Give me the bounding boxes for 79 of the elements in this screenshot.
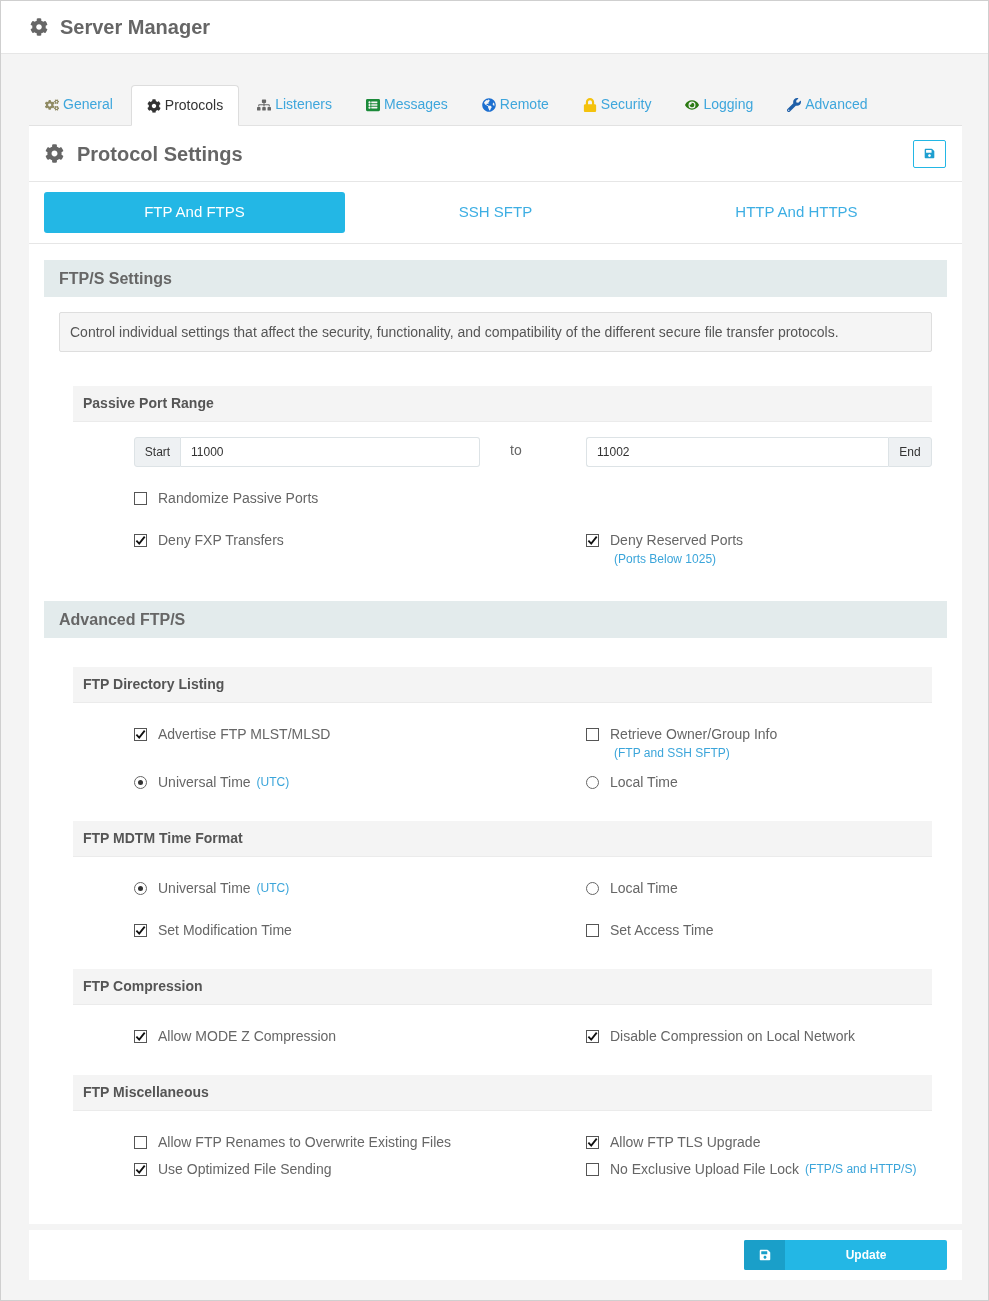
radio-button[interactable] [586, 881, 599, 895]
eye-icon [685, 97, 700, 112]
radio-button[interactable] [134, 775, 147, 789]
option-label: Set Access Time [610, 921, 714, 939]
radio-button[interactable] [134, 881, 147, 895]
option-label: Local Time [610, 773, 678, 791]
section-header: Advanced FTP/S [44, 601, 947, 638]
port-input[interactable]: 11000 [181, 437, 480, 467]
start-addon: Start [134, 437, 181, 467]
option-label: Deny Reserved Ports [610, 531, 744, 549]
gear-icon [146, 98, 161, 113]
option-label: No Exclusive Upload File Lock [610, 1160, 800, 1178]
checkbox[interactable] [586, 1135, 599, 1149]
lock-icon [582, 97, 597, 112]
checkbox[interactable] [134, 1029, 147, 1043]
nav-tab[interactable]: Logging [669, 84, 770, 125]
checkbox[interactable] [134, 533, 147, 547]
nav-tab[interactable]: Remote [465, 84, 565, 125]
app-title: Server Manager [60, 15, 211, 40]
protocol-tab[interactable]: HTTP And HTTPS [646, 192, 947, 233]
option-label: Set Modification Time [158, 921, 292, 939]
hint-text: (Ports Below 1025) [614, 551, 717, 567]
hint-text: (FTP and SSH SFTP) [614, 745, 730, 761]
option-label: Randomize Passive Ports [158, 489, 319, 507]
port-input[interactable]: 11002 [586, 437, 888, 467]
nav-tab[interactable]: Advanced [771, 84, 884, 125]
save-icon [924, 148, 935, 159]
option-label: Allow FTP Renames to Overwrite Existing Files [158, 1133, 452, 1151]
section-header: FTP/S Settings [44, 260, 947, 297]
save-button[interactable] [913, 139, 946, 168]
option-label: Advertise FTP MLST/MLSD [158, 725, 331, 743]
radio-button[interactable] [586, 775, 599, 789]
group-header: FTP Compression [73, 969, 932, 1005]
option-label: Use Optimized File Sending [158, 1160, 332, 1178]
end-addon: End [888, 437, 932, 467]
globe-icon [481, 97, 496, 112]
range-separator: to [510, 442, 522, 458]
update-button[interactable]: Update [744, 1240, 947, 1270]
nav-tab[interactable]: General [29, 84, 129, 125]
hierarchy-icon [257, 97, 272, 112]
hint-text: (FTP/S and HTTP/S) [805, 1161, 917, 1178]
checkbox[interactable] [134, 727, 147, 741]
nav-tab[interactable]: Security [566, 84, 668, 125]
checkbox[interactable] [586, 1029, 599, 1043]
option-label: Local Time [610, 879, 678, 897]
wrench-icon [787, 97, 802, 112]
option-label: Allow MODE Z Compression [158, 1027, 337, 1045]
group-header: FTP Miscellaneous [73, 1075, 932, 1111]
option-label: Deny FXP Transfers [158, 531, 284, 549]
group-header: Passive Port Range [73, 386, 932, 422]
checkbox[interactable] [586, 533, 599, 547]
option-label: Retrieve Owner/Group Info [610, 725, 778, 743]
description-box: Control individual settings that affect the security, functionality, and compatibility of the different secure file transfer protocols. [59, 312, 932, 352]
hint-text: (UTC) [256, 774, 290, 791]
option-label: Universal Time [158, 879, 251, 897]
save-icon [744, 1240, 785, 1270]
nav-tab[interactable]: Listeners [241, 84, 348, 125]
nav-tab[interactable]: Messages [350, 84, 464, 125]
checkbox[interactable] [134, 1162, 147, 1176]
checkbox[interactable] [134, 1135, 147, 1149]
checkbox[interactable] [134, 923, 147, 937]
protocol-tab[interactable]: FTP And FTPS [44, 192, 345, 233]
protocol-tab[interactable]: SSH SFTP [345, 192, 646, 233]
group-header: FTP MDTM Time Format [73, 821, 932, 857]
hint-text: (UTC) [256, 880, 290, 897]
gear-icon [45, 144, 64, 163]
checkbox[interactable] [586, 1162, 599, 1176]
panel-title: Protocol Settings [77, 141, 243, 167]
checkbox[interactable] [134, 491, 147, 505]
settings-icon [30, 18, 48, 36]
checkbox[interactable] [586, 923, 599, 937]
option-label: Allow FTP TLS Upgrade [610, 1133, 761, 1151]
nav-tab[interactable]: Protocols [130, 85, 240, 126]
option-label: Universal Time [158, 773, 251, 791]
option-label: Disable Compression on Local Network [610, 1027, 856, 1045]
gears-icon [45, 97, 59, 112]
group-header: FTP Directory Listing [73, 667, 932, 703]
checkbox[interactable] [586, 727, 599, 741]
list-icon [366, 97, 380, 112]
